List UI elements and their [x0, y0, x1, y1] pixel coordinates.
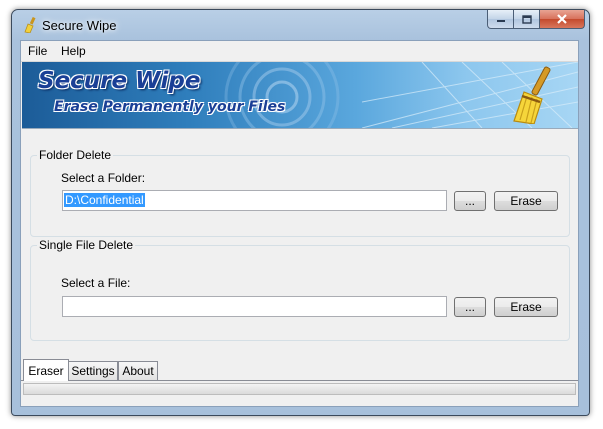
folder-delete-group: Folder Delete Select a Folder: D:\Confid…	[30, 148, 570, 237]
minimize-button[interactable]	[487, 10, 514, 29]
caption-buttons	[487, 10, 585, 30]
folder-path-value: D:\Confidential	[64, 193, 145, 207]
menu-bar: File Help	[21, 41, 578, 62]
minimize-icon	[496, 20, 505, 22]
tab-strip: Eraser Settings About	[21, 359, 578, 381]
banner-subtitle: Erase Permanently your Files	[54, 99, 286, 115]
select-folder-label: Select a Folder:	[61, 171, 146, 185]
erase-folder-button[interactable]: Erase	[494, 191, 558, 211]
horizontal-scrollbar[interactable]	[23, 383, 576, 395]
select-file-label: Select a File:	[61, 276, 131, 290]
tab-eraser[interactable]: Eraser	[23, 359, 69, 381]
menu-file[interactable]: File	[28, 44, 47, 58]
single-file-delete-group-label: Single File Delete	[37, 238, 136, 252]
app-banner: Secure Wipe Erase Permanently your Files	[22, 62, 578, 129]
broom-icon	[24, 17, 36, 33]
banner-swirl-graphic	[224, 62, 340, 128]
tab-settings[interactable]: Settings	[68, 361, 118, 380]
close-button[interactable]	[540, 10, 585, 29]
folder-delete-group-label: Folder Delete	[37, 148, 114, 162]
browse-folder-button[interactable]: ...	[454, 191, 486, 211]
tab-about[interactable]: About	[118, 361, 158, 380]
banner-title: Secure Wipe	[38, 68, 201, 94]
folder-path-input[interactable]: D:\Confidential	[62, 190, 447, 211]
broom-logo-icon	[513, 66, 551, 124]
browse-file-button[interactable]: ...	[454, 297, 486, 317]
title-bar[interactable]: Secure Wipe	[12, 10, 589, 40]
maximize-button[interactable]	[514, 10, 540, 29]
client-area: File Help Secure Wipe Erase Permanently …	[20, 40, 579, 407]
erase-file-button[interactable]: Erase	[494, 297, 558, 317]
status-bar	[21, 396, 578, 406]
app-window: Secure Wipe File Help Secure Wipe Erase …	[11, 9, 590, 416]
file-path-input[interactable]	[62, 296, 447, 317]
maximize-icon	[521, 14, 532, 24]
tab-divider	[21, 380, 578, 381]
close-icon	[557, 14, 567, 24]
menu-help[interactable]: Help	[61, 44, 86, 58]
single-file-delete-group: Single File Delete Select a File: ... Er…	[30, 238, 570, 341]
window-title: Secure Wipe	[42, 18, 117, 33]
